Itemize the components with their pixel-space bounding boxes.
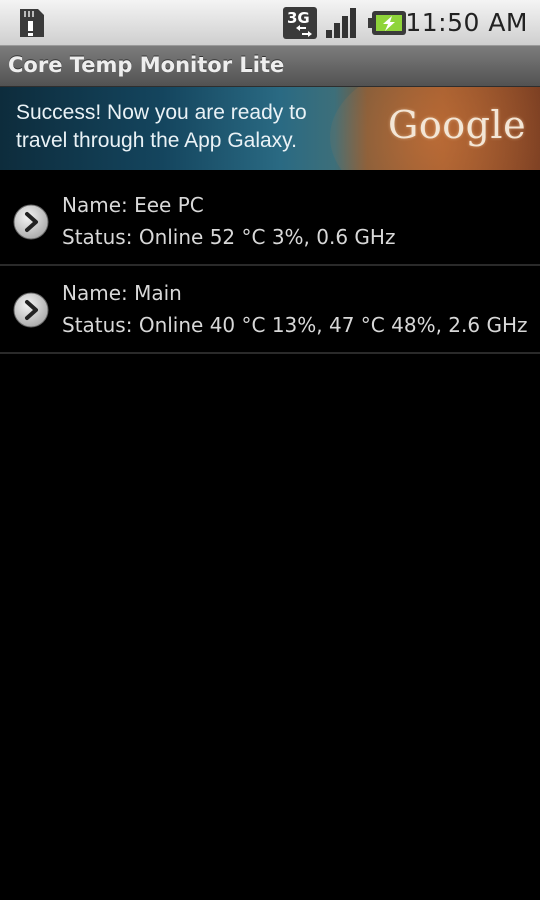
device-name: Name: Main [62, 281, 182, 305]
device-list: Name: Eee PC Status: Online 52 °C 3%, 0.… [0, 178, 540, 354]
device-status: Status: Online 40 °C 13%, 47 °C 48%, 2.6… [62, 313, 528, 337]
status-time: 11:50 AM [405, 8, 528, 37]
screen: 3G 11:50 AM Core Temp Monitor Lite Succe… [0, 0, 540, 900]
app-title: Core Temp Monitor Lite [8, 53, 285, 77]
device-list-item-eee-pc[interactable]: Name: Eee PC Status: Online 52 °C 3%, 0.… [0, 178, 540, 266]
title-bar: Core Temp Monitor Lite [0, 46, 540, 87]
status-bar: 3G 11:50 AM [0, 0, 540, 46]
device-name: Name: Eee PC [62, 193, 204, 217]
ad-logo: Google [388, 103, 527, 147]
chevron-right-icon[interactable] [12, 203, 50, 241]
network-3g-label: 3G [287, 9, 310, 27]
chevron-right-icon[interactable] [12, 291, 50, 329]
battery-charging-icon [368, 11, 406, 35]
ad-banner[interactable]: Success! Now you are ready to travel thr… [0, 87, 540, 170]
signal-icon [326, 8, 356, 38]
network-3g-icon: 3G [283, 7, 317, 39]
ad-text-line1: Success! Now you are ready to [16, 101, 307, 124]
device-list-item-main[interactable]: Name: Main Status: Online 40 °C 13%, 47 … [0, 266, 540, 354]
sd-card-icon [20, 9, 44, 37]
ad-text-line2: travel through the App Galaxy. [16, 129, 297, 152]
device-status: Status: Online 52 °C 3%, 0.6 GHz [62, 225, 396, 249]
